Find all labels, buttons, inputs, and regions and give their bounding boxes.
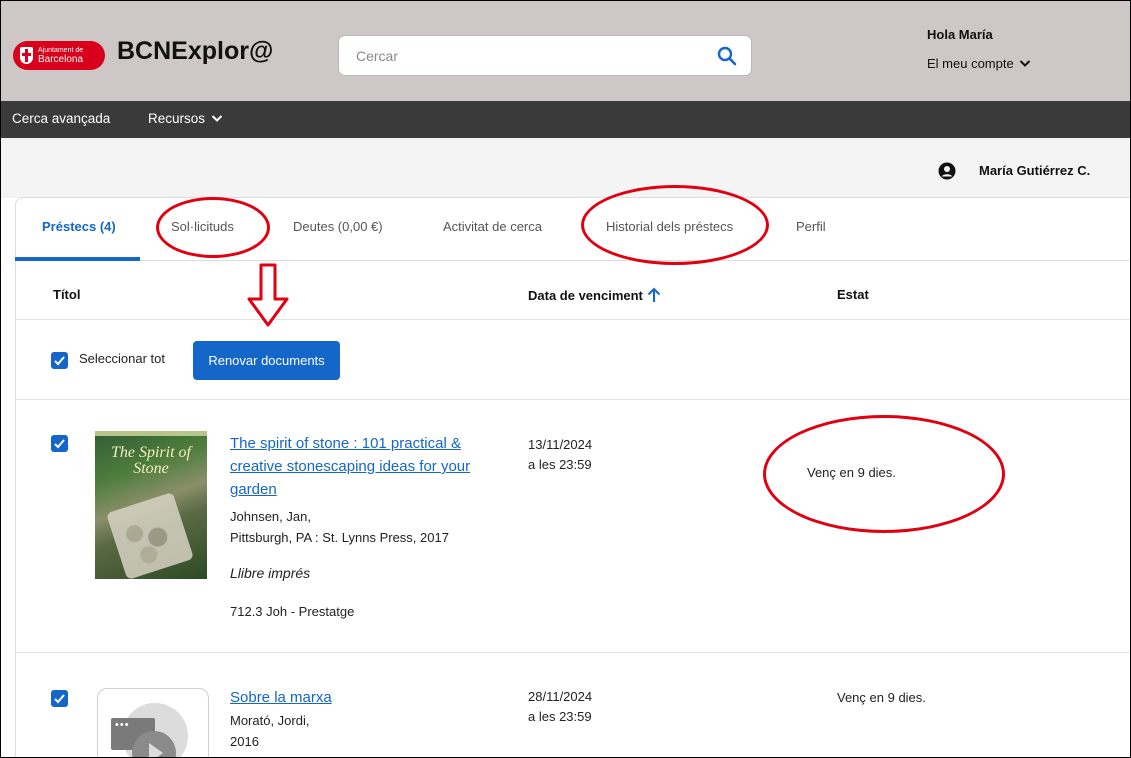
- loan-due-date: 28/11/2024: [528, 689, 593, 704]
- divider: [15, 319, 1130, 320]
- nav-advanced-search-label: Cerca avançada: [12, 111, 111, 126]
- loan-checkbox[interactable]: [51, 435, 68, 452]
- cover-title: The Spirit of Stone: [110, 444, 191, 477]
- column-due-date[interactable]: Data de venciment: [528, 287, 661, 303]
- tab-loans[interactable]: Préstecs (4): [42, 219, 116, 234]
- cover-band: [95, 431, 207, 436]
- greeting: Hola María: [927, 27, 993, 42]
- tab-debts[interactable]: Deutes (0,00 €): [293, 219, 383, 234]
- main-nav: Cerca avançada Recursos: [1, 101, 1130, 138]
- loan-title-link[interactable]: The spirit of stone : 101 practical & cr…: [230, 432, 498, 501]
- loan-status: Venç en 9 dies.: [837, 690, 926, 705]
- search-box: [338, 35, 752, 76]
- nav-resources[interactable]: Recursos: [148, 111, 223, 126]
- loan-call-number: 712.3 Joh - Prestatge: [230, 604, 355, 619]
- page-frame: Ajuntament de Barcelona BCNExplor@ Hola …: [0, 0, 1131, 758]
- loan-author: Morató, Jordi,: [230, 713, 310, 728]
- loan-due-time: a les 23:59: [528, 709, 592, 724]
- column-status-label: Estat: [837, 287, 869, 302]
- column-title: Títol: [53, 287, 80, 302]
- column-due-date-label: Data de venciment: [528, 287, 643, 303]
- search-input[interactable]: [356, 46, 706, 66]
- brand-title[interactable]: BCNExplor@: [117, 37, 273, 66]
- column-status: Estat: [837, 287, 869, 302]
- loan-publication: 2016: [230, 734, 259, 749]
- renew-documents-button[interactable]: Renovar documents: [193, 341, 340, 380]
- user-icon: [938, 162, 956, 180]
- account-label: El meu compte: [927, 56, 1014, 71]
- tab-loan-history[interactable]: Historial dels préstecs: [606, 219, 733, 234]
- active-tab-indicator: [15, 257, 140, 261]
- video-cover-placeholder[interactable]: •••: [97, 688, 209, 757]
- user-name[interactable]: María Gutiérrez C.: [979, 163, 1090, 178]
- account-menu[interactable]: El meu compte: [927, 56, 1031, 71]
- loan-checkbox[interactable]: [51, 690, 68, 707]
- tab-search-activity[interactable]: Activitat de cerca: [443, 219, 542, 234]
- loan-publication: Pittsburgh, PA : St. Lynns Press, 2017: [230, 530, 449, 545]
- loan-due-date: 13/11/2024: [528, 437, 593, 452]
- checkmark-icon: [54, 694, 65, 704]
- checkmark-icon: [54, 356, 65, 366]
- user-bar: María Gutiérrez C.: [1, 138, 1130, 198]
- nav-resources-label: Recursos: [148, 111, 206, 126]
- checkmark-icon: [54, 439, 65, 449]
- city-logo[interactable]: Ajuntament de Barcelona: [13, 41, 105, 70]
- book-cover[interactable]: The Spirit of Stone: [95, 431, 207, 579]
- divider: [15, 652, 1130, 653]
- tab-profile[interactable]: Perfil: [796, 219, 826, 234]
- column-title-label: Títol: [53, 287, 81, 302]
- loan-author: Johnsen, Jan,: [230, 509, 311, 524]
- arrow-down-icon: [247, 263, 289, 327]
- cover-stone-path: [105, 491, 195, 579]
- search-icon[interactable]: [717, 46, 737, 66]
- loan-due-time: a les 23:59: [528, 457, 592, 472]
- select-all-checkbox[interactable]: [51, 352, 68, 369]
- shield-icon: [20, 47, 33, 64]
- divider: [15, 399, 1130, 400]
- dots-icon: •••: [115, 719, 130, 731]
- loan-title-link[interactable]: Sobre la marxa: [230, 686, 498, 709]
- chevron-down-icon: [1019, 60, 1030, 67]
- select-all-label: Seleccionar tot: [79, 351, 165, 366]
- chevron-down-icon: [211, 115, 223, 122]
- arrow-up-icon: [647, 287, 661, 302]
- tab-requests[interactable]: Sol·licituds: [171, 219, 234, 234]
- logo-text: Ajuntament de Barcelona: [38, 47, 83, 65]
- top-header: Ajuntament de Barcelona BCNExplor@ Hola …: [1, 1, 1130, 101]
- loan-status: Venç en 9 dies.: [807, 465, 896, 480]
- nav-advanced-search[interactable]: Cerca avançada: [12, 111, 110, 126]
- logo-line2: Barcelona: [38, 53, 84, 65]
- loan-format: Llibre imprés: [230, 565, 311, 581]
